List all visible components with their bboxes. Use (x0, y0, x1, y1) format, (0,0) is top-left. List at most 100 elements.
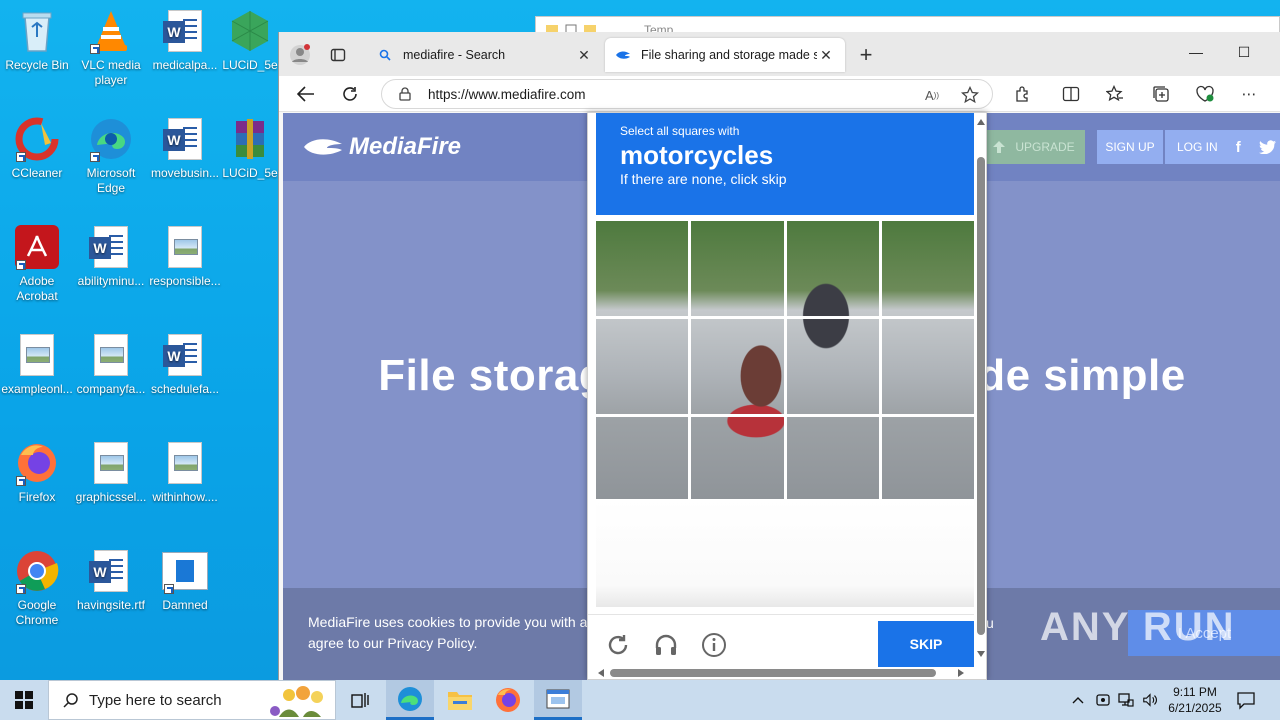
lucid-icon (227, 8, 273, 54)
captcha-tile[interactable] (688, 221, 787, 319)
captcha-tile[interactable] (596, 316, 692, 417)
task-view-button[interactable] (336, 680, 384, 720)
desktop-icon-companyfa[interactable]: companyfa... (74, 332, 148, 397)
desktop-icon-adobe-acrobat[interactable]: Adobe Acrobat (0, 224, 74, 304)
word-file-icon: W (88, 224, 134, 270)
desktop-icon-label: CCleaner (11, 166, 63, 180)
desktop-icon-movebusin[interactable]: W movebusin... (148, 116, 222, 181)
settings-more-icon[interactable]: ⋯ (1235, 81, 1263, 107)
captcha-tile[interactable] (878, 316, 974, 417)
desktop-icon-label: Adobe Acrobat (16, 274, 58, 303)
privacy-policy-link[interactable]: agree to our Privacy Policy. (308, 635, 477, 651)
edge-icon (398, 686, 422, 711)
read-aloud-icon[interactable]: A)) (922, 86, 942, 104)
taskbar-edge[interactable] (386, 680, 434, 720)
image-file-icon (14, 332, 60, 378)
desktop-icon-graphicssel[interactable]: graphicssel... (74, 440, 148, 505)
tab-mediafire-search[interactable]: mediafire - Search ✕ (367, 38, 603, 72)
desktop-icon-label: Microsoft Edge (86, 166, 136, 195)
signup-button[interactable]: SIGN UP (1097, 130, 1163, 164)
taskbar-file-explorer[interactable] (436, 680, 484, 720)
search-icon (63, 693, 78, 708)
desktop-icon-label: companyfa... (76, 382, 146, 396)
captcha-tile[interactable] (878, 221, 974, 319)
taskbar-firefox[interactable] (484, 680, 532, 720)
captcha-image-grid (596, 221, 974, 499)
mediafire-logo[interactable]: MediaFire (303, 133, 461, 161)
refresh-icon[interactable] (335, 80, 365, 108)
lock-icon (399, 87, 411, 101)
skip-button[interactable]: SKIP (878, 621, 974, 667)
desktop-icon-microsoft-edge[interactable]: Microsoft Edge (74, 116, 148, 196)
captcha-vertical-scrollbar[interactable] (976, 115, 986, 661)
collections-icon[interactable] (1147, 81, 1175, 107)
browser-essentials-icon[interactable] (1191, 81, 1219, 107)
network-icon[interactable] (1118, 692, 1134, 708)
captcha-target: motorcycles (620, 140, 774, 170)
captcha-tile[interactable] (783, 316, 882, 417)
maximize-button[interactable]: ☐ (1221, 38, 1267, 66)
audio-challenge-icon[interactable] (652, 631, 680, 659)
taskbar-clock[interactable]: 9:11 PM 6/21/2025 (1160, 684, 1230, 716)
favorite-star-icon[interactable] (960, 86, 980, 104)
tab-title: File sharing and storage made simple (641, 48, 817, 62)
favorites-icon[interactable] (1101, 81, 1129, 107)
show-hidden-icons-chevron-icon[interactable] (1070, 692, 1086, 708)
extensions-icon[interactable] (1009, 81, 1037, 107)
login-button[interactable]: LOG IN f (1165, 130, 1280, 164)
volume-icon[interactable] (1142, 692, 1158, 708)
captcha-tile[interactable] (596, 221, 692, 319)
close-tab-icon[interactable]: ✕ (575, 47, 593, 64)
twitter-icon[interactable] (1258, 140, 1277, 154)
desktop-icon-damned[interactable]: Damned (148, 548, 222, 613)
taskbar-app-window[interactable] (534, 680, 582, 720)
taskbar-search-box[interactable]: Type here to search (48, 680, 336, 720)
captcha-tile[interactable] (783, 221, 882, 319)
desktop-icon-havingsite[interactable]: W havingsite.rtf (74, 548, 148, 613)
desktop-icon-medicalpa[interactable]: W medicalpa... (148, 8, 222, 73)
split-screen-icon[interactable] (1057, 81, 1085, 107)
desktop-icon-vlc[interactable]: VLC media player (74, 8, 148, 88)
desktop-icon-exampleonl[interactable]: exampleonl... (0, 332, 74, 397)
desktop-icon-google-chrome[interactable]: Google Chrome (0, 548, 74, 628)
back-icon[interactable] (291, 80, 321, 108)
tray-app-icon[interactable] (1095, 692, 1111, 708)
desktop-icon-recycle-bin[interactable]: Recycle Bin (0, 8, 74, 73)
desktop-icon-lucid-1[interactable]: LUCiD_5e (222, 8, 278, 73)
tab-actions-icon[interactable] (325, 42, 351, 68)
captcha-tile[interactable] (783, 414, 882, 499)
notifications-icon[interactable] (1236, 690, 1258, 710)
upgrade-button[interactable]: UPGRADE (981, 130, 1085, 164)
captcha-tile[interactable] (688, 414, 787, 499)
desktop-icon-abilityminu[interactable]: W abilityminu... (74, 224, 148, 289)
clock-time: 9:11 PM (1173, 685, 1217, 699)
minimize-button[interactable]: — (1173, 38, 1219, 66)
desktop-icon-label: withinhow.... (152, 490, 218, 504)
windows-icon (15, 691, 33, 709)
ccleaner-icon (14, 116, 60, 162)
captcha-header: Select all squares with motorcycles If t… (596, 113, 974, 215)
desktop-icon-withinhow[interactable]: withinhow.... (148, 440, 222, 505)
captcha-tile[interactable] (878, 414, 974, 499)
address-bar[interactable]: https://www.mediafire.com A)) (381, 79, 993, 109)
desktop-icon-lucid-2[interactable]: LUCiD_5e (222, 116, 278, 181)
captcha-tile[interactable] (688, 316, 787, 417)
facebook-icon[interactable]: f (1236, 139, 1241, 156)
captcha-horizontal-scrollbar[interactable] (596, 667, 966, 679)
desktop-icon-firefox[interactable]: Firefox (0, 440, 74, 505)
logo-text: MediaFire (349, 133, 462, 160)
captcha-tile[interactable] (596, 414, 692, 499)
desktop-icon-responsible[interactable]: responsible... (148, 224, 222, 289)
new-tab-button[interactable]: + (853, 42, 879, 68)
word-file-icon: W (88, 548, 134, 594)
reload-challenge-icon[interactable] (604, 631, 632, 659)
info-icon[interactable] (700, 631, 728, 659)
start-button[interactable] (0, 680, 48, 720)
desktop-icon-schedulefa[interactable]: W schedulefa... (148, 332, 222, 397)
close-tab-icon[interactable]: ✕ (817, 47, 835, 64)
desktop-icon-ccleaner[interactable]: CCleaner (0, 116, 74, 181)
profile-icon[interactable] (287, 42, 313, 68)
tab-bar: mediafire - Search ✕ File sharing and st… (279, 32, 1280, 76)
recaptcha-challenge: Select all squares with motorcycles If t… (587, 112, 987, 680)
tab-mediafire[interactable]: File sharing and storage made simple ✕ (605, 38, 845, 72)
